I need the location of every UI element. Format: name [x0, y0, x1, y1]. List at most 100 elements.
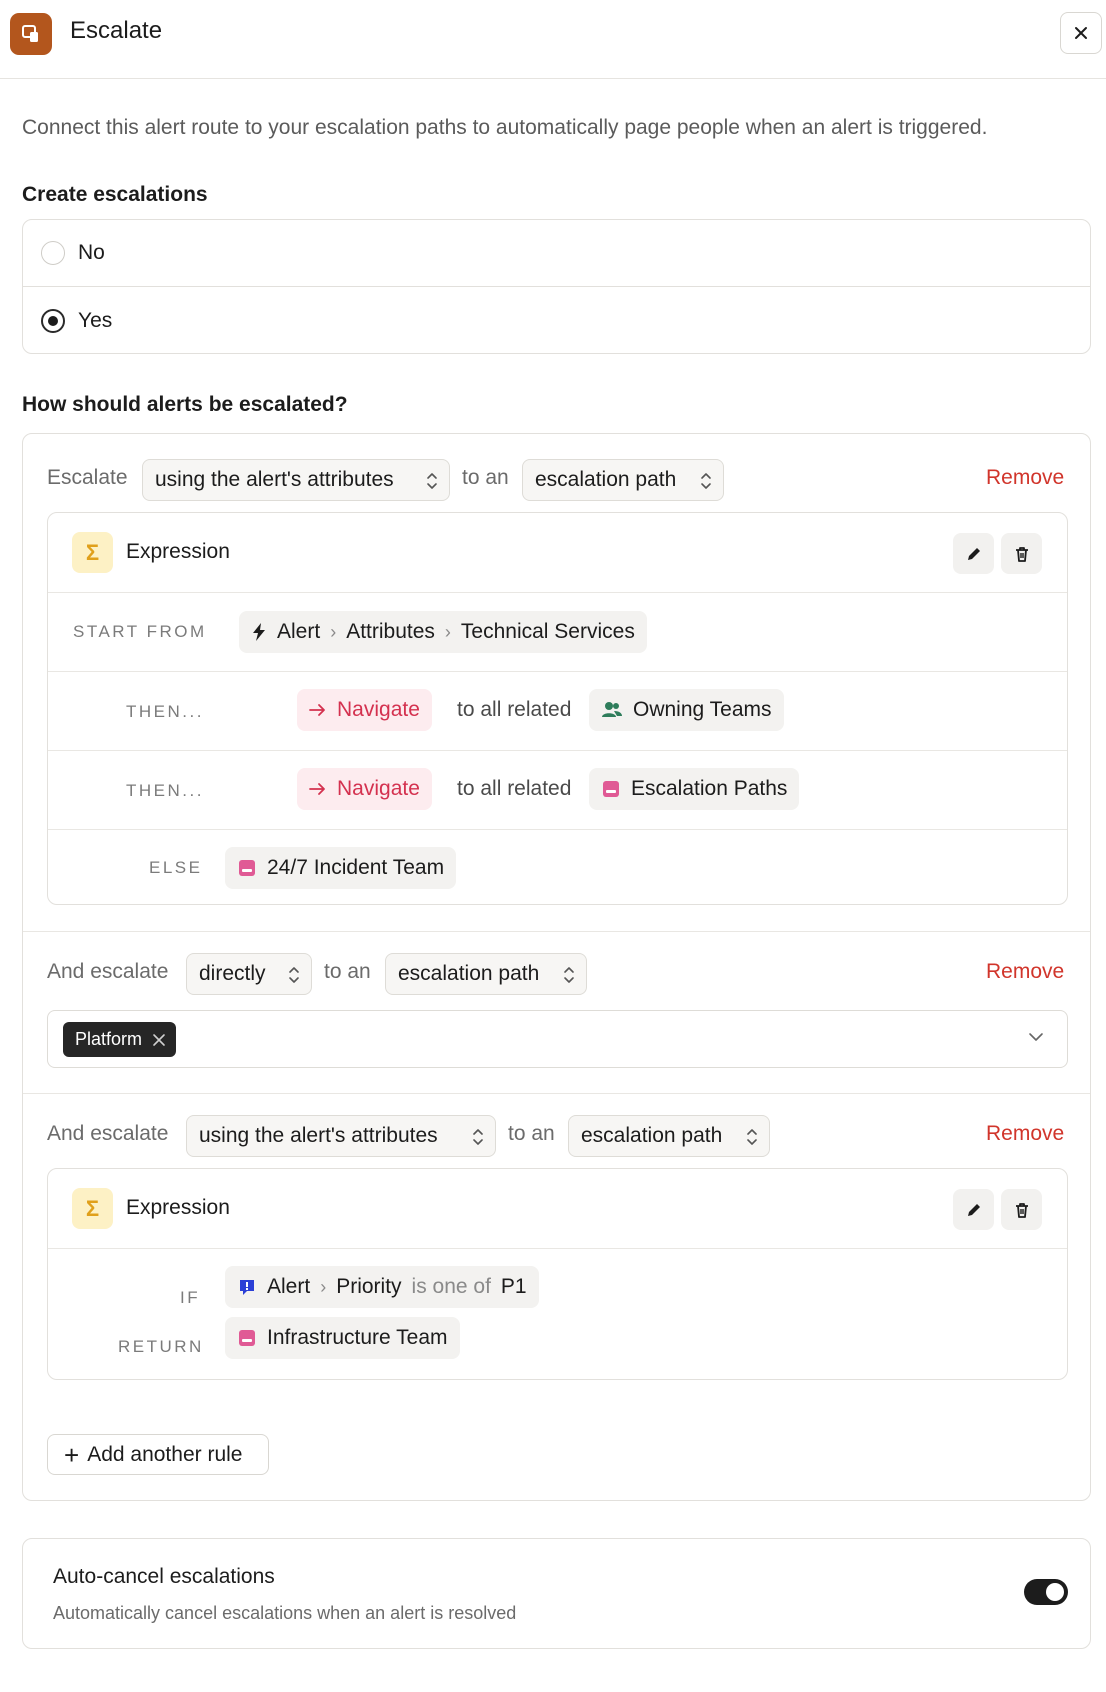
- if-subject: Alert: [267, 1275, 311, 1298]
- rule-2-connector: to an: [324, 960, 371, 983]
- chevron-right-icon: ›: [320, 1276, 327, 1297]
- users-icon: [602, 702, 622, 717]
- radio-no[interactable]: [41, 241, 65, 265]
- rule-3-mode-value: using the alert's attributes: [199, 1124, 438, 1147]
- rule-3-mode-select[interactable]: using the alert's attributes: [186, 1115, 496, 1157]
- escalation-path-icon: [603, 781, 619, 797]
- rule-3-connector: to an: [508, 1122, 555, 1145]
- chevron-updown-icon: [701, 473, 711, 489]
- then-row-2: THEN... Navigate to all related Escalati…: [48, 751, 1067, 830]
- auto-cancel-toggle[interactable]: [1024, 1579, 1068, 1605]
- chevron-down-icon[interactable]: [1027, 1031, 1045, 1043]
- to-all-related-text: to all related: [457, 698, 572, 721]
- rule-1-mode-select[interactable]: using the alert's attributes: [142, 459, 450, 501]
- expression-title: Expression: [126, 1196, 230, 1219]
- start-from-row: START FROM Alert › Attributes › Technica…: [48, 593, 1067, 672]
- navigate-chip[interactable]: Navigate: [297, 768, 432, 810]
- close-button[interactable]: [1060, 12, 1102, 54]
- escalation-rules-card: Escalate using the alert's attributes to…: [22, 433, 1091, 1501]
- escalation-path-icon: [239, 860, 255, 876]
- rule-3-expression: Σ Expression IF Alert › Priority is one …: [47, 1168, 1068, 1380]
- radio-yes[interactable]: [41, 308, 65, 333]
- path-alert: Alert: [277, 620, 321, 643]
- rule-2-mode-value: directly: [199, 962, 266, 985]
- expression-title: Expression: [126, 540, 230, 563]
- escalation-paths-chip[interactable]: Escalation Paths: [589, 768, 800, 810]
- rule-3-prefix: And escalate: [47, 1122, 169, 1145]
- chevron-updown-icon: [564, 967, 574, 983]
- selected-tag-platform: Platform: [63, 1022, 177, 1057]
- add-rule-label: Add another rule: [87, 1442, 243, 1466]
- if-condition-chip[interactable]: Alert › Priority is one of P1: [225, 1266, 539, 1308]
- pencil-icon: [967, 547, 980, 560]
- rule-2-remove-link[interactable]: Remove: [986, 960, 1064, 984]
- rule-3-target-select[interactable]: escalation path: [568, 1115, 770, 1157]
- intro-text: Connect this alert route to your escalat…: [22, 116, 988, 139]
- rule-1-target-value: escalation path: [535, 468, 677, 491]
- then-label: THEN...: [126, 702, 204, 721]
- owning-teams-chip[interactable]: Owning Teams: [589, 689, 784, 731]
- tag-label: Platform: [75, 1029, 143, 1049]
- rule-1-mode-value: using the alert's attributes: [155, 468, 394, 491]
- chevron-updown-icon: [747, 1129, 757, 1145]
- owning-teams-label: Owning Teams: [633, 698, 772, 721]
- escalate-app-icon: [10, 13, 52, 55]
- dialog-title: Escalate: [70, 17, 163, 44]
- sigma-icon: Σ: [72, 532, 113, 573]
- rule-1-target-select[interactable]: escalation path: [522, 459, 724, 501]
- trash-icon: [1015, 1202, 1028, 1218]
- rule-1-connector: to an: [462, 466, 509, 489]
- chevron-right-icon: ›: [330, 621, 337, 642]
- radio-label-no: No: [78, 241, 105, 264]
- remove-tag-icon[interactable]: [152, 1033, 166, 1047]
- if-value: P1: [500, 1275, 527, 1298]
- rule-1-prefix: Escalate: [47, 466, 128, 489]
- then-label: THEN...: [126, 781, 204, 800]
- rule-1-expression: Σ Expression START FROM Alert › Attribut…: [47, 512, 1068, 905]
- radio-label-yes: Yes: [78, 308, 113, 332]
- alert-priority-icon: [240, 1280, 254, 1295]
- else-label: ELSE: [149, 858, 203, 877]
- auto-cancel-description: Automatically cancel escalations when an…: [53, 1603, 517, 1623]
- rule-1-remove-link[interactable]: Remove: [986, 466, 1064, 490]
- chevron-updown-icon: [473, 1129, 483, 1145]
- close-icon: [1075, 27, 1087, 39]
- expression-header: Σ Expression: [48, 513, 1067, 593]
- navigate-chip[interactable]: Navigate: [297, 689, 432, 731]
- delete-expression-button[interactable]: [1001, 1189, 1042, 1230]
- return-value-label: Infrastructure Team: [267, 1326, 448, 1349]
- escalation-paths-label: Escalation Paths: [631, 777, 788, 800]
- radio-option-yes[interactable]: Yes: [23, 287, 1090, 353]
- radio-option-no[interactable]: No: [23, 220, 1090, 287]
- return-label: RETURN: [118, 1337, 204, 1356]
- create-escalations-label: Create escalations: [22, 183, 208, 206]
- sigma-icon: Σ: [72, 1188, 113, 1229]
- if-field: Priority: [336, 1275, 402, 1298]
- delete-expression-button[interactable]: [1001, 533, 1042, 574]
- rule-2-target-value: escalation path: [398, 962, 540, 985]
- escalation-path-multiselect[interactable]: Platform: [47, 1010, 1068, 1068]
- else-value-chip[interactable]: 24/7 Incident Team: [225, 847, 457, 889]
- rule-2-mode-select[interactable]: directly: [186, 953, 312, 995]
- path-technical-services: Technical Services: [460, 620, 635, 643]
- rule-divider: [23, 931, 1090, 932]
- edit-expression-button[interactable]: [953, 1189, 994, 1230]
- auto-cancel-title: Auto-cancel escalations: [53, 1565, 275, 1588]
- edit-expression-button[interactable]: [953, 533, 994, 574]
- start-path-chip[interactable]: Alert › Attributes › Technical Services: [239, 611, 647, 653]
- rule-2-target-select[interactable]: escalation path: [385, 953, 587, 995]
- create-escalations-radio-group: No Yes: [22, 219, 1091, 354]
- rule-3-target-value: escalation path: [581, 1124, 723, 1147]
- start-from-label: START FROM: [73, 622, 207, 641]
- rule-2-prefix: And escalate: [47, 960, 169, 983]
- return-value-chip[interactable]: Infrastructure Team: [225, 1317, 460, 1359]
- rule-3-remove-link[interactable]: Remove: [986, 1122, 1064, 1146]
- arrow-right-icon: [309, 704, 325, 716]
- expression-header: Σ Expression: [48, 1169, 1067, 1249]
- chevron-right-icon: ›: [444, 621, 451, 642]
- add-another-rule-button[interactable]: + Add another rule: [47, 1434, 269, 1475]
- auto-cancel-card: Auto-cancel escalations Automatically ca…: [22, 1538, 1091, 1649]
- chevron-updown-icon: [427, 473, 437, 489]
- navigate-label: Navigate: [337, 698, 420, 721]
- arrow-right-icon: [309, 783, 325, 795]
